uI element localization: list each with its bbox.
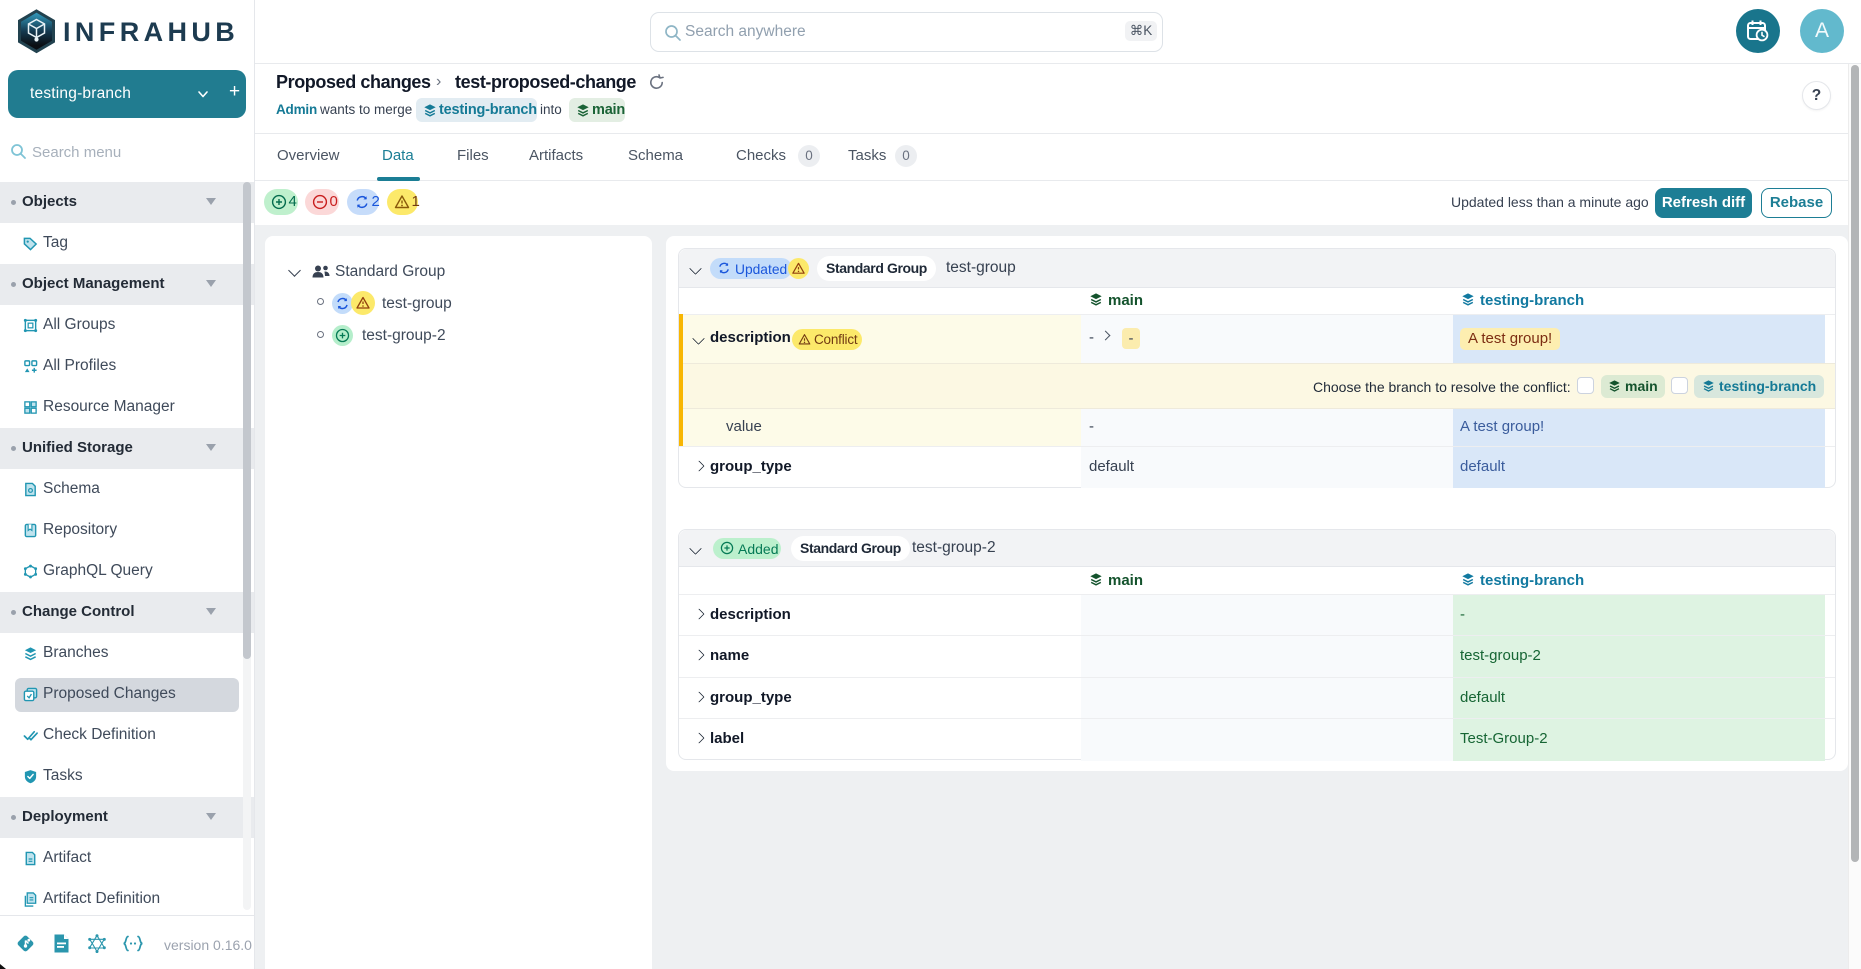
svg-text:INFRAHUB: INFRAHUB bbox=[63, 17, 239, 47]
